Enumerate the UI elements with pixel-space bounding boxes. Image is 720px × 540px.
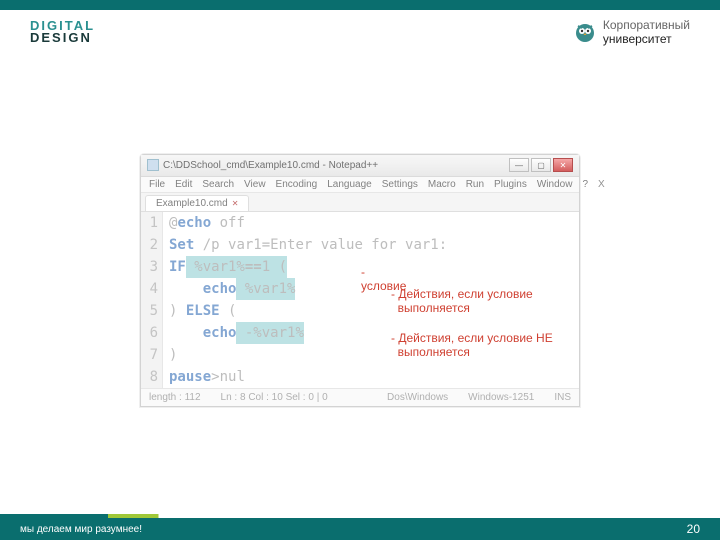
line-number: 5 — [141, 300, 163, 322]
tab-example10[interactable]: Example10.cmd ✕ — [145, 195, 249, 211]
logo-digital-design: DIGITAL DESIGN — [30, 20, 95, 43]
tab-label: Example10.cmd — [156, 198, 228, 209]
notepadpp-window: C:\DDSchool_cmd\Example10.cmd - Notepad+… — [140, 154, 580, 407]
line-number: 8 — [141, 366, 163, 388]
status-ins: INS — [554, 392, 571, 403]
code-line[interactable]: @echo off — [163, 212, 579, 234]
window-title: C:\DDSchool_cmd\Example10.cmd - Notepad+… — [163, 160, 378, 171]
line-number: 7 — [141, 344, 163, 366]
corp-line1: Корпоративный — [603, 18, 690, 32]
window-buttons: — ▢ ✕ — [509, 158, 573, 172]
footer-tagline: мы делаем мир разумнее! — [20, 524, 142, 535]
status-bar: length : 112 Ln : 8 Col : 10 Sel : 0 | 0… — [141, 388, 579, 406]
menu-search[interactable]: Search — [202, 179, 234, 190]
menu-settings[interactable]: Settings — [382, 179, 418, 190]
line-number: 1 — [141, 212, 163, 234]
corp-line2: университет — [603, 32, 690, 46]
line-number: 3 — [141, 256, 163, 278]
close-button[interactable]: ✕ — [553, 158, 573, 172]
line-number: 6 — [141, 322, 163, 344]
menu-run[interactable]: Run — [466, 179, 484, 190]
callout-else: - Действия, если условие НЕ выполняется — [391, 331, 553, 360]
menu-encoding[interactable]: Encoding — [276, 179, 318, 190]
minimize-button[interactable]: — — [509, 158, 529, 172]
tab-close-icon[interactable]: ✕ — [232, 199, 239, 208]
page-number: 20 — [687, 522, 700, 536]
menu-view[interactable]: View — [244, 179, 266, 190]
menu-close-x[interactable]: X — [598, 179, 605, 190]
logo-line2: DESIGN — [30, 32, 95, 44]
menu-window[interactable]: Window — [537, 179, 573, 190]
line-number: 2 — [141, 234, 163, 256]
status-eol: Dos\Windows — [387, 392, 448, 403]
menu-plugins[interactable]: Plugins — [494, 179, 527, 190]
tab-strip: Example10.cmd ✕ — [141, 193, 579, 212]
owl-icon — [573, 20, 597, 44]
menu-bar: File Edit Search View Encoding Language … — [141, 177, 579, 193]
code-line[interactable]: Set /p var1=Enter value for var1: — [163, 234, 579, 256]
menu-edit[interactable]: Edit — [175, 179, 192, 190]
status-pos: Ln : 8 Col : 10 Sel : 0 | 0 — [221, 392, 328, 403]
maximize-button[interactable]: ▢ — [531, 158, 551, 172]
top-stripe — [0, 0, 720, 10]
line-number: 4 — [141, 278, 163, 300]
menu-file[interactable]: File — [149, 179, 165, 190]
slide-footer: мы делаем мир разумнее! 20 — [0, 518, 720, 540]
slide-header: DIGITAL DESIGN Корпоративный университет — [0, 10, 720, 46]
slide-body: C:\DDSchool_cmd\Example10.cmd - Notepad+… — [0, 50, 720, 510]
status-length: length : 112 — [149, 392, 201, 403]
callout-then: - Действия, если условие выполняется — [391, 287, 533, 316]
menu-macro[interactable]: Macro — [428, 179, 456, 190]
app-icon — [147, 159, 159, 171]
window-titlebar[interactable]: C:\DDSchool_cmd\Example10.cmd - Notepad+… — [141, 155, 579, 177]
logo-corp-university: Корпоративный университет — [573, 18, 690, 46]
code-line[interactable]: pause>nul — [163, 366, 579, 388]
menu-help[interactable]: ? — [582, 179, 588, 190]
menu-language[interactable]: Language — [327, 179, 372, 190]
status-enc: Windows-1251 — [468, 392, 534, 403]
